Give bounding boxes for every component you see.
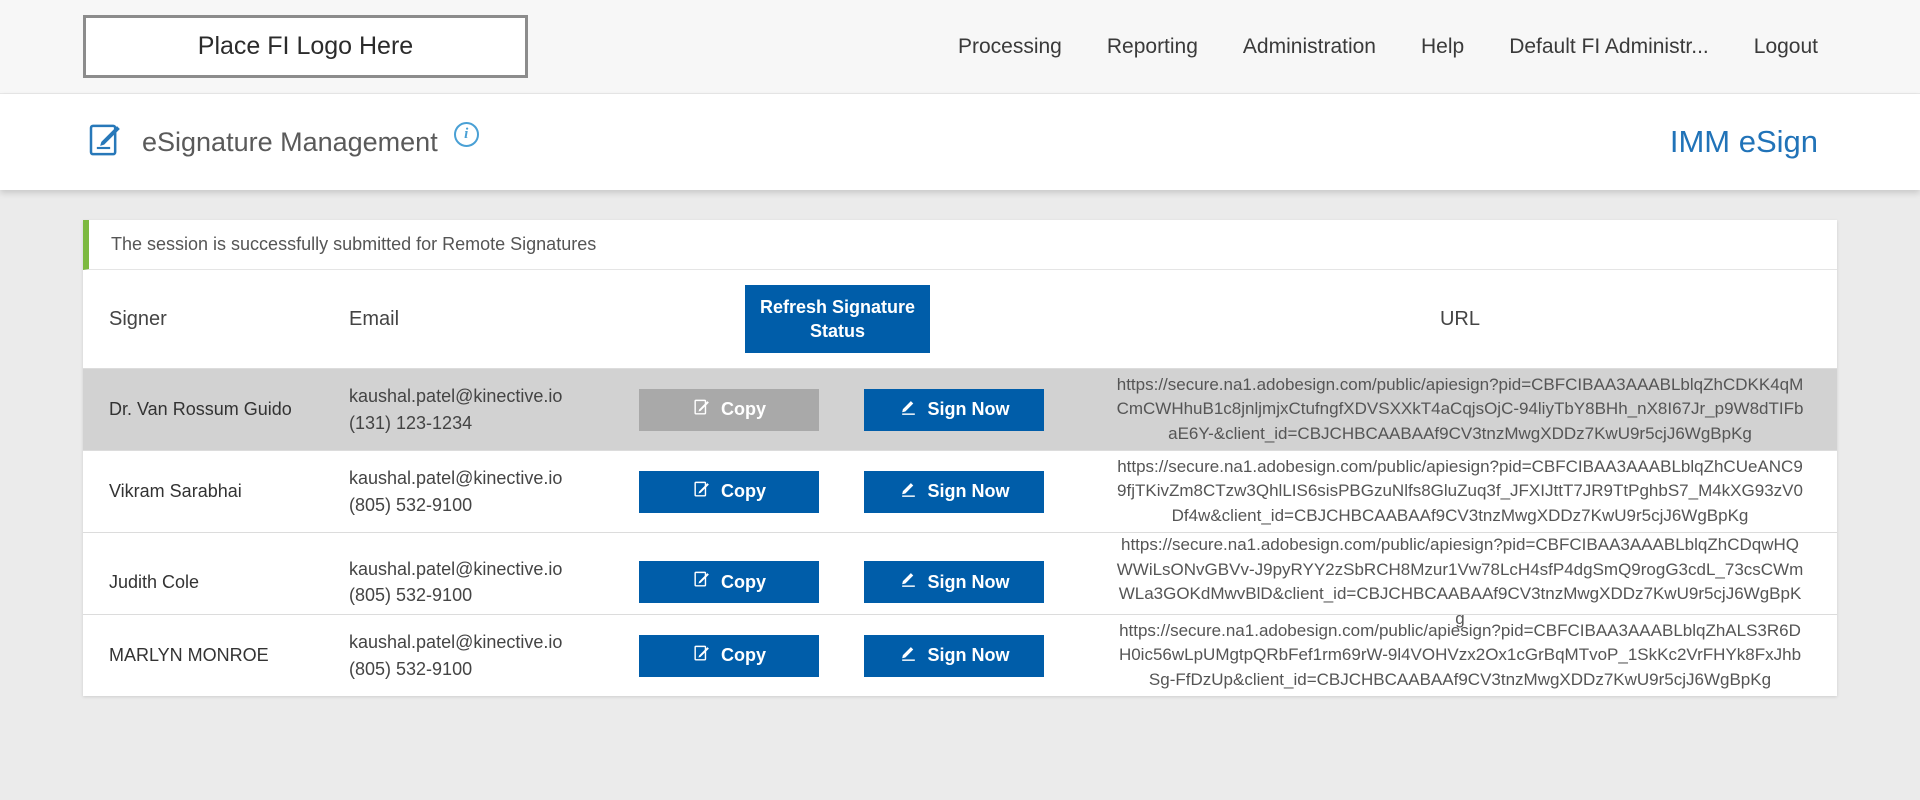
info-icon[interactable]: i [454, 122, 479, 147]
copy-icon [692, 570, 711, 594]
copy-url-button[interactable]: Copy [639, 389, 819, 431]
top-bar: Place FI Logo Here Processing Reporting … [0, 0, 1920, 94]
signer-name: MARLYN MONROE [109, 645, 349, 666]
sign-now-button[interactable]: Sign Now [864, 389, 1044, 431]
sign-now-button-label: Sign Now [928, 572, 1010, 593]
signer-name: Vikram Sarabhai [109, 481, 349, 502]
signer-name: Judith Cole [109, 572, 349, 593]
signing-url: https://secure.na1.adobesign.com/public/… [1109, 619, 1811, 693]
esignature-document-pen-icon [86, 120, 126, 165]
nav-processing[interactable]: Processing [958, 35, 1062, 59]
signer-name: Dr. Van Rossum Guido [109, 399, 349, 420]
copy-icon [692, 480, 711, 504]
main-content: The session is successfully submitted fo… [0, 190, 1920, 696]
pen-sign-icon [899, 570, 918, 594]
signer-contact: kaushal.patel@kinective.io (805) 532-910… [349, 465, 639, 517]
copy-button-label: Copy [721, 399, 766, 420]
signer-phone: (805) 532-9100 [349, 492, 639, 518]
signing-url: https://secure.na1.adobesign.com/public/… [1109, 373, 1811, 447]
column-header-url: URL [1109, 308, 1811, 331]
sign-now-button[interactable]: Sign Now [864, 561, 1044, 603]
signer-email: kaushal.patel@kinective.io [349, 465, 639, 491]
signature-session-card: The session is successfully submitted fo… [83, 220, 1837, 696]
copy-url-button[interactable]: Copy [639, 561, 819, 603]
copy-button-label: Copy [721, 481, 766, 502]
copy-button-label: Copy [721, 572, 766, 593]
copy-button-label: Copy [721, 645, 766, 666]
pen-sign-icon [899, 644, 918, 668]
signer-phone: (805) 532-9100 [349, 656, 639, 682]
signer-contact: kaushal.patel@kinective.io (805) 532-910… [349, 556, 639, 608]
copy-url-button[interactable]: Copy [639, 471, 819, 513]
refresh-signature-status-button[interactable]: Refresh Signature Status [745, 285, 930, 353]
column-header-signer: Signer [109, 308, 349, 331]
main-nav: Processing Reporting Administration Help… [958, 35, 1920, 59]
nav-current-user[interactable]: Default FI Administr... [1509, 35, 1709, 59]
signer-phone: (131) 123-1234 [349, 410, 639, 436]
table-header-row: Signer Email Refresh Signature Status UR… [83, 270, 1837, 368]
signer-contact: kaushal.patel@kinective.io (131) 123-123… [349, 383, 639, 435]
page-title: eSignature Management [142, 127, 438, 158]
fi-logo-placeholder: Place FI Logo Here [83, 15, 528, 78]
signer-email: kaushal.patel@kinective.io [349, 629, 639, 655]
pen-sign-icon [899, 398, 918, 422]
nav-logout[interactable]: Logout [1754, 35, 1818, 59]
copy-icon [692, 644, 711, 668]
signing-url: https://secure.na1.adobesign.com/public/… [1109, 455, 1811, 529]
nav-help[interactable]: Help [1421, 35, 1464, 59]
signer-email: kaushal.patel@kinective.io [349, 556, 639, 582]
imm-esign-brand: IMM eSign [1670, 124, 1818, 160]
nav-reporting[interactable]: Reporting [1107, 35, 1198, 59]
table-row[interactable]: Dr. Van Rossum Guido kaushal.patel@kinec… [83, 368, 1837, 450]
sign-now-button[interactable]: Sign Now [864, 471, 1044, 513]
sign-now-button-label: Sign Now [928, 645, 1010, 666]
copy-icon [692, 398, 711, 422]
signer-contact: kaushal.patel@kinective.io (805) 532-910… [349, 629, 639, 681]
sign-now-button[interactable]: Sign Now [864, 635, 1044, 677]
fi-logo-text: Place FI Logo Here [198, 32, 413, 61]
copy-url-button[interactable]: Copy [639, 635, 819, 677]
column-header-email: Email [349, 308, 639, 331]
table-row[interactable]: Vikram Sarabhai kaushal.patel@kinective.… [83, 450, 1837, 532]
signing-url: https://secure.na1.adobesign.com/public/… [1109, 533, 1811, 632]
table-row[interactable]: Judith Cole kaushal.patel@kinective.io (… [83, 532, 1837, 614]
sign-now-button-label: Sign Now [928, 481, 1010, 502]
success-banner-message: The session is successfully submitted fo… [111, 234, 596, 254]
nav-administration[interactable]: Administration [1243, 35, 1376, 59]
sign-now-button-label: Sign Now [928, 399, 1010, 420]
table-row[interactable]: MARLYN MONROE kaushal.patel@kinective.io… [83, 614, 1837, 696]
success-banner: The session is successfully submitted fo… [83, 220, 1837, 270]
signer-phone: (805) 532-9100 [349, 582, 639, 608]
pen-sign-icon [899, 480, 918, 504]
page-header: eSignature Management i IMM eSign [0, 94, 1920, 190]
signer-email: kaushal.patel@kinective.io [349, 383, 639, 409]
